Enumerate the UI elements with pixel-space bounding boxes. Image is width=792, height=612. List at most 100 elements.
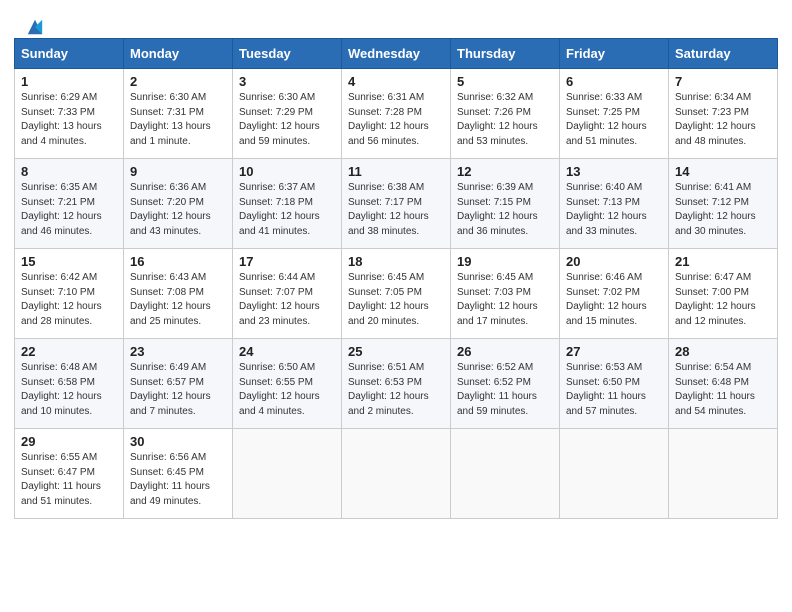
calendar-cell: 30Sunrise: 6:56 AMSunset: 6:45 PMDayligh… — [124, 429, 233, 519]
logo-text — [24, 18, 44, 36]
calendar-cell: 25 Sunrise: 6:51 AMSunset: 6:53 PMDayligh… — [342, 339, 451, 429]
day-number: 25 — [348, 344, 444, 359]
day-number: 19 — [457, 254, 553, 269]
calendar-cell: 27 Sunrise: 6:53 AMSunset: 6:50 PMDayligh… — [560, 339, 669, 429]
cell-info: Sunrise: 6:31 AMSunset: 7:28 PMDaylight:… — [348, 91, 444, 149]
logo — [24, 18, 44, 30]
day-number: 6 — [566, 74, 662, 89]
calendar-cell — [669, 429, 778, 519]
calendar-cell: 28Sunrise: 6:54 AMSunset: 6:48 PMDayligh… — [669, 339, 778, 429]
day-number: 10 — [239, 164, 335, 179]
calendar-cell — [233, 429, 342, 519]
calendar-cell: 5 Sunrise: 6:32 AMSunset: 7:26 PMDaylight… — [451, 69, 560, 159]
page: SundayMondayTuesdayWednesdayThursdayFrid… — [0, 0, 792, 612]
day-header-tuesday: Tuesday — [233, 39, 342, 69]
day-number: 16 — [130, 254, 226, 269]
day-number: 27 — [566, 344, 662, 359]
day-header-friday: Friday — [560, 39, 669, 69]
calendar-table: SundayMondayTuesdayWednesdayThursdayFrid… — [14, 38, 778, 519]
day-number: 2 — [130, 74, 226, 89]
calendar-cell: 13 Sunrise: 6:40 AMSunset: 7:13 PMDayligh… — [560, 159, 669, 249]
calendar-cell: 21 Sunrise: 6:47 AMSunset: 7:00 PMDayligh… — [669, 249, 778, 339]
cell-info: Sunrise: 6:41 AMSunset: 7:12 PMDaylight:… — [675, 181, 771, 239]
calendar-cell: 20 Sunrise: 6:46 AMSunset: 7:02 PMDayligh… — [560, 249, 669, 339]
day-number: 14 — [675, 164, 771, 179]
cell-info: Sunrise: 6:33 AMSunset: 7:25 PMDaylight:… — [566, 91, 662, 149]
calendar-week-5: 29 Sunrise: 6:55 AMSunset: 6:47 PMDayligh… — [15, 429, 778, 519]
day-number: 21 — [675, 254, 771, 269]
header — [0, 0, 792, 38]
day-number: 20 — [566, 254, 662, 269]
calendar-cell — [451, 429, 560, 519]
cell-info: Sunrise: 6:49 AMSunset: 6:57 PMDaylight:… — [130, 361, 226, 419]
calendar-cell: 4Sunrise: 6:31 AMSunset: 7:28 PMDaylight… — [342, 69, 451, 159]
cell-info: Sunrise: 6:29 AMSunset: 7:33 PMDaylight:… — [21, 91, 117, 149]
cell-info: Sunrise: 6:30 AMSunset: 7:31 PMDaylight:… — [130, 91, 226, 149]
cell-info: Sunrise: 6:43 AMSunset: 7:08 PMDaylight:… — [130, 271, 226, 329]
calendar-cell: 26 Sunrise: 6:52 AMSunset: 6:52 PMDayligh… — [451, 339, 560, 429]
cell-info: Sunrise: 6:52 AMSunset: 6:52 PMDaylight:… — [457, 361, 553, 419]
day-number: 9 — [130, 164, 226, 179]
day-header-wednesday: Wednesday — [342, 39, 451, 69]
day-number: 1 — [21, 74, 117, 89]
calendar-cell — [342, 429, 451, 519]
day-number: 29 — [21, 434, 117, 449]
calendar-week-4: 22Sunrise: 6:48 AMSunset: 6:58 PMDayligh… — [15, 339, 778, 429]
day-number: 17 — [239, 254, 335, 269]
day-number: 3 — [239, 74, 335, 89]
day-number: 13 — [566, 164, 662, 179]
calendar-cell: 10 Sunrise: 6:37 AMSunset: 7:18 PMDayligh… — [233, 159, 342, 249]
calendar-cell: 12 Sunrise: 6:39 AMSunset: 7:15 PMDayligh… — [451, 159, 560, 249]
calendar-cell: 8 Sunrise: 6:35 AMSunset: 7:21 PMDaylight… — [15, 159, 124, 249]
day-number: 28 — [675, 344, 771, 359]
calendar-cell: 29 Sunrise: 6:55 AMSunset: 6:47 PMDayligh… — [15, 429, 124, 519]
calendar-week-2: 8 Sunrise: 6:35 AMSunset: 7:21 PMDaylight… — [15, 159, 778, 249]
day-number: 15 — [21, 254, 117, 269]
cell-info: Sunrise: 6:50 AMSunset: 6:55 PMDaylight:… — [239, 361, 335, 419]
cell-info: Sunrise: 6:35 AMSunset: 7:21 PMDaylight:… — [21, 181, 117, 239]
cell-info: Sunrise: 6:46 AMSunset: 7:02 PMDaylight:… — [566, 271, 662, 329]
calendar-cell: 24Sunrise: 6:50 AMSunset: 6:55 PMDayligh… — [233, 339, 342, 429]
calendar-cell: 15Sunrise: 6:42 AMSunset: 7:10 PMDayligh… — [15, 249, 124, 339]
cell-info: Sunrise: 6:32 AMSunset: 7:26 PMDaylight:… — [457, 91, 553, 149]
cell-info: Sunrise: 6:34 AMSunset: 7:23 PMDaylight:… — [675, 91, 771, 149]
cell-info: Sunrise: 6:30 AMSunset: 7:29 PMDaylight:… — [239, 91, 335, 149]
cell-info: Sunrise: 6:45 AMSunset: 7:03 PMDaylight:… — [457, 271, 553, 329]
calendar-cell: 14 Sunrise: 6:41 AMSunset: 7:12 PMDayligh… — [669, 159, 778, 249]
cell-info: Sunrise: 6:47 AMSunset: 7:00 PMDaylight:… — [675, 271, 771, 329]
day-number: 12 — [457, 164, 553, 179]
calendar-cell: 18 Sunrise: 6:45 AMSunset: 7:05 PMDayligh… — [342, 249, 451, 339]
cell-info: Sunrise: 6:51 AMSunset: 6:53 PMDaylight:… — [348, 361, 444, 419]
cell-info: Sunrise: 6:56 AMSunset: 6:45 PMDaylight:… — [130, 451, 226, 509]
cell-info: Sunrise: 6:39 AMSunset: 7:15 PMDaylight:… — [457, 181, 553, 239]
calendar-cell: 16 Sunrise: 6:43 AMSunset: 7:08 PMDayligh… — [124, 249, 233, 339]
day-number: 26 — [457, 344, 553, 359]
calendar-cell: 7 Sunrise: 6:34 AMSunset: 7:23 PMDaylight… — [669, 69, 778, 159]
cell-info: Sunrise: 6:55 AMSunset: 6:47 PMDaylight:… — [21, 451, 117, 509]
calendar-header-row: SundayMondayTuesdayWednesdayThursdayFrid… — [15, 39, 778, 69]
day-number: 7 — [675, 74, 771, 89]
calendar-cell: 2 Sunrise: 6:30 AMSunset: 7:31 PMDaylight… — [124, 69, 233, 159]
calendar-week-1: 1 Sunrise: 6:29 AMSunset: 7:33 PMDaylight… — [15, 69, 778, 159]
cell-info: Sunrise: 6:53 AMSunset: 6:50 PMDaylight:… — [566, 361, 662, 419]
day-number: 18 — [348, 254, 444, 269]
calendar-cell: 11Sunrise: 6:38 AMSunset: 7:17 PMDayligh… — [342, 159, 451, 249]
cell-info: Sunrise: 6:44 AMSunset: 7:07 PMDaylight:… — [239, 271, 335, 329]
cell-info: Sunrise: 6:45 AMSunset: 7:05 PMDaylight:… — [348, 271, 444, 329]
day-header-thursday: Thursday — [451, 39, 560, 69]
calendar-cell — [560, 429, 669, 519]
cell-info: Sunrise: 6:37 AMSunset: 7:18 PMDaylight:… — [239, 181, 335, 239]
day-number: 11 — [348, 164, 444, 179]
day-header-sunday: Sunday — [15, 39, 124, 69]
day-number: 5 — [457, 74, 553, 89]
cell-info: Sunrise: 6:36 AMSunset: 7:20 PMDaylight:… — [130, 181, 226, 239]
day-number: 22 — [21, 344, 117, 359]
day-header-monday: Monday — [124, 39, 233, 69]
calendar-cell: 3 Sunrise: 6:30 AMSunset: 7:29 PMDaylight… — [233, 69, 342, 159]
day-number: 8 — [21, 164, 117, 179]
calendar-cell: 9 Sunrise: 6:36 AMSunset: 7:20 PMDaylight… — [124, 159, 233, 249]
cell-info: Sunrise: 6:40 AMSunset: 7:13 PMDaylight:… — [566, 181, 662, 239]
calendar-cell: 22Sunrise: 6:48 AMSunset: 6:58 PMDayligh… — [15, 339, 124, 429]
calendar-cell: 19 Sunrise: 6:45 AMSunset: 7:03 PMDayligh… — [451, 249, 560, 339]
calendar-cell: 17 Sunrise: 6:44 AMSunset: 7:07 PMDayligh… — [233, 249, 342, 339]
